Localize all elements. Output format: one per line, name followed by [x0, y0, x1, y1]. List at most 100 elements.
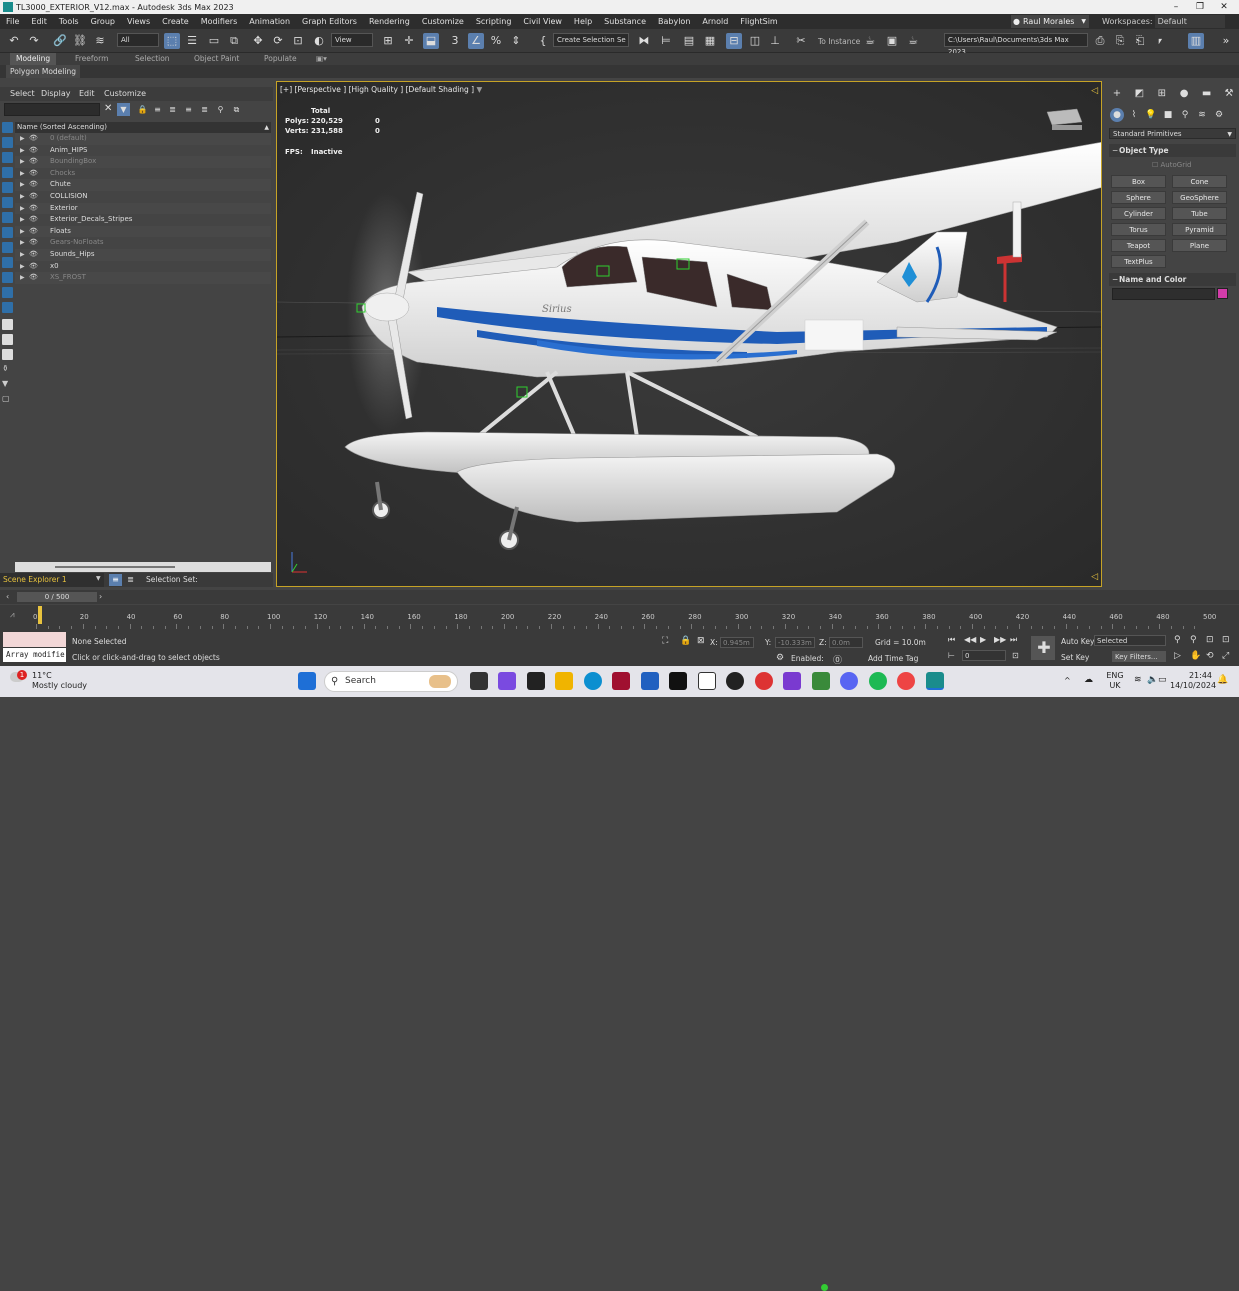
perspective-viewport[interactable]: Sirius [+] [Perspective] [High Quality …	[276, 81, 1102, 587]
maxscript-listener-output[interactable]	[3, 632, 66, 647]
mirror-icon[interactable]: ⧓	[636, 33, 652, 49]
adaptive-degradation-icon[interactable]: ⚙	[776, 653, 784, 663]
torus-button[interactable]: Torus	[1111, 223, 1166, 236]
move-icon[interactable]: ✥	[250, 33, 266, 49]
clear-search-icon[interactable]: ✕	[104, 103, 112, 114]
display-xrefs-icon[interactable]	[2, 227, 13, 238]
sphere-button[interactable]: Sphere	[1111, 191, 1166, 204]
scene-tree-row[interactable]: ▶ 👁 COLLISION	[15, 191, 271, 203]
display-groups-icon[interactable]	[2, 212, 13, 223]
textplus-button[interactable]: TextPlus	[1111, 255, 1166, 268]
pan-icon[interactable]: ✋	[1190, 651, 1201, 661]
scene-tree-row[interactable]: ▶ 👁 Gears-NoFloats	[15, 237, 271, 249]
workspaces-selector[interactable]: Workspaces: Default	[1102, 15, 1225, 28]
scene-menu-edit[interactable]: Edit	[79, 87, 95, 101]
render-setup-icon[interactable]: ⊥	[767, 33, 783, 49]
menu-tools[interactable]: Tools	[53, 14, 85, 29]
redo-icon[interactable]: ↷	[26, 33, 42, 49]
expand-arrow-icon[interactable]: ▶	[20, 133, 25, 145]
key-filters-button[interactable]: Key Filters...	[1112, 651, 1166, 662]
project-settings-icon[interactable]: ⎖	[1152, 33, 1168, 49]
space-warps-icon[interactable]: ≋	[1195, 108, 1209, 122]
scene-tree-row[interactable]: ▶ 👁 Floats	[15, 225, 271, 238]
ribbon-tab-freeform[interactable]: Freeform	[75, 53, 108, 65]
z-coord-field[interactable]: 0.0m	[829, 637, 863, 648]
next-key-icon[interactable]: ▶▶	[994, 635, 1006, 644]
edge-icon[interactable]	[584, 672, 602, 690]
visibility-eye-icon[interactable]: 👁	[29, 226, 38, 238]
maximize-viewport-icon[interactable]: ⤢	[1222, 651, 1229, 661]
expand-arrow-icon[interactable]: ▶	[20, 191, 25, 203]
expand-arrow-icon[interactable]: ▶	[20, 261, 25, 273]
material-editor-icon[interactable]: ◫	[747, 33, 763, 49]
editor-app-icon[interactable]	[812, 672, 830, 690]
display-helpers-icon[interactable]	[2, 182, 13, 193]
weather-icon[interactable]: 1	[10, 670, 28, 688]
scale-icon[interactable]: ⊡	[290, 33, 306, 49]
wifi-icon[interactable]: ≋	[1134, 675, 1142, 685]
zoom-extents-all-icon[interactable]: ⊡	[1222, 635, 1230, 645]
expand-arrow-icon[interactable]: ▶	[20, 145, 25, 157]
key-mode-icon[interactable]: ⊢	[948, 651, 955, 660]
visibility-eye-icon[interactable]: 👁	[29, 272, 38, 284]
polygon-modeling-button[interactable]: Polygon Modeling	[6, 65, 80, 78]
display-frozen-icon[interactable]	[2, 272, 13, 283]
scene-tree-row[interactable]: ▶ 👁 Chocks	[15, 168, 271, 180]
zoom-extents-icon[interactable]: ⊡	[1206, 635, 1214, 645]
sort-by-layer-icon[interactable]: ≡	[109, 574, 122, 586]
zoom-icon[interactable]: ⚲	[1174, 635, 1181, 645]
menu-civil-view[interactable]: Civil View	[517, 14, 568, 29]
geosphere-button[interactable]: GeoSphere	[1172, 191, 1227, 204]
render-frame-icon[interactable]: ✂	[793, 33, 809, 49]
expand-arrow-icon[interactable]: ▶	[20, 214, 25, 226]
ribbon-tab-modeling[interactable]: Modeling	[10, 53, 57, 65]
project-folder-icon[interactable]: ⎙	[1092, 33, 1108, 49]
white-app-icon[interactable]	[698, 672, 716, 690]
media-app-icon[interactable]	[669, 672, 687, 690]
time-configuration-icon[interactable]: ⊡	[1012, 651, 1019, 660]
keyboard-shortcut-override-icon[interactable]: ⬓	[423, 33, 439, 49]
box-button[interactable]: Box	[1111, 175, 1166, 188]
expand-arrow-icon[interactable]: ▶	[20, 168, 25, 180]
x-coord-field[interactable]: 0.945m	[720, 637, 754, 648]
bind-space-warp-icon[interactable]: ≋	[92, 33, 108, 49]
teapot-button[interactable]: Teapot	[1111, 239, 1166, 252]
ribbon-tab-object-paint[interactable]: Object Paint	[194, 53, 239, 65]
menu-help[interactable]: Help	[568, 14, 598, 29]
battery-icon[interactable]: ▭	[1158, 675, 1167, 685]
placement-icon[interactable]: ◐	[311, 33, 327, 49]
display-none-icon[interactable]	[2, 319, 13, 330]
rectangular-selection-icon[interactable]: ▭	[206, 33, 222, 49]
command-panel-toggle-icon[interactable]: ▥	[1188, 33, 1204, 49]
app-cube-icon[interactable]	[527, 672, 545, 690]
modify-tab-icon[interactable]: ◩	[1132, 88, 1146, 102]
pin-app-icon[interactable]	[641, 672, 659, 690]
sync-selection-icon[interactable]: ⧉	[230, 103, 243, 116]
helpers-icon[interactable]: ⚲	[1178, 108, 1192, 122]
system-clock[interactable]: 21:44 14/10/2024	[1170, 671, 1216, 691]
expand-arrow-icon[interactable]: ▶	[20, 272, 25, 284]
link-icon[interactable]: 🔗	[52, 33, 68, 49]
scene-tree-row[interactable]: ▶ 👁 x0	[15, 261, 271, 273]
unlink-icon[interactable]: ⛓	[72, 33, 88, 49]
selection-lock-icon[interactable]: 🔒	[680, 636, 691, 646]
timeline-playhead[interactable]	[38, 606, 42, 624]
play-icon[interactable]: ▶	[980, 635, 986, 644]
pivot-center-icon[interactable]: ⊞	[380, 33, 396, 49]
filter-funnel-icon[interactable]: ⚱	[2, 364, 13, 375]
selection-filter-dropdown[interactable]: All	[117, 33, 159, 47]
undo-icon[interactable]: ↶	[6, 33, 22, 49]
viewport-render[interactable]: Sirius	[277, 82, 1102, 587]
taskbar-search[interactable]: ⚲ Search	[324, 671, 458, 692]
align-icon[interactable]: ⊨	[658, 33, 674, 49]
user-account-dropdown[interactable]: ● Raul Morales ▼	[1011, 15, 1089, 28]
layers-icon[interactable]: ≣	[166, 103, 179, 116]
scene-menu-select[interactable]: Select	[10, 87, 35, 101]
go-to-start-icon[interactable]: ⏮	[948, 635, 955, 645]
to-instance-label[interactable]: To Instance	[818, 37, 860, 46]
visibility-eye-icon[interactable]: 👁	[29, 179, 38, 191]
menu-flightsim[interactable]: FlightSim	[734, 14, 783, 29]
display-invert-icon[interactable]	[2, 334, 13, 345]
object-color-swatch[interactable]	[1217, 288, 1228, 299]
geometry-icon[interactable]: ●	[1110, 108, 1124, 122]
